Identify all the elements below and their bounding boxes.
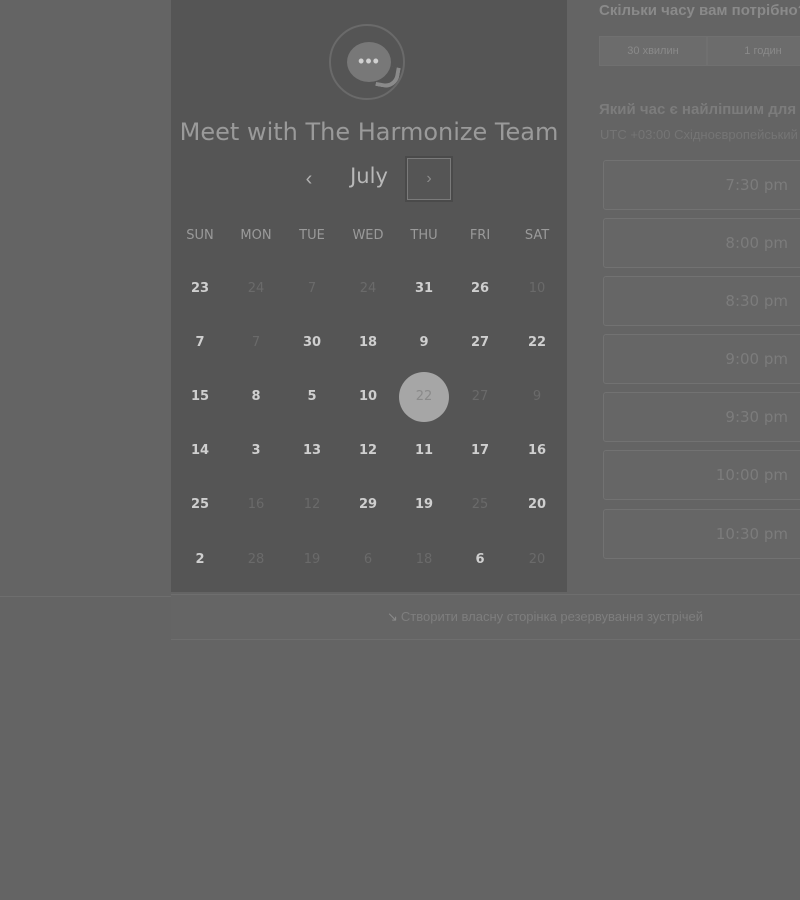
- footer: ↘ Створити власну сторінка резервування з…: [171, 594, 800, 640]
- calendar-day: 20: [528, 552, 546, 567]
- calendar-day[interactable]: 17: [455, 426, 505, 476]
- calendar-day[interactable]: 27: [455, 318, 505, 368]
- weekday-mon: MON: [240, 228, 272, 243]
- weekday-fri: FRI: [469, 228, 491, 243]
- chevron-left-icon[interactable]: ‹: [295, 166, 323, 194]
- calendar-day[interactable]: 26: [455, 264, 505, 314]
- calendar-day[interactable]: 12: [343, 426, 393, 476]
- calendar-day: 27: [471, 389, 489, 404]
- time-slot[interactable]: 9:30 pm: [603, 392, 800, 442]
- time-slot-label: 7:30 pm: [725, 176, 788, 194]
- duration-30-min-button[interactable]: 30 хвилин: [599, 36, 707, 66]
- time-slot-label: 8:00 pm: [725, 234, 788, 252]
- calendar-day[interactable]: 7: [175, 318, 225, 368]
- weekday-thu: THU: [410, 228, 438, 243]
- page-title: Meet with The Harmonize Team: [179, 118, 559, 146]
- time-slot-label: 9:30 pm: [725, 408, 788, 426]
- calendar-day[interactable]: 25: [175, 480, 225, 530]
- create-booking-page-link[interactable]: ↘ Створити власну сторінка резервування з…: [387, 609, 703, 625]
- time-slot[interactable]: 9:00 pm: [603, 334, 800, 384]
- duration-options: 30 хвилин 1 годин: [599, 36, 800, 66]
- calendar-day: 25: [471, 497, 489, 512]
- time-slot[interactable]: 8:30 pm: [603, 276, 800, 326]
- calendar-day[interactable]: 23: [175, 264, 225, 314]
- create-booking-page-label: Створити власну сторінка резервування зу…: [400, 609, 703, 624]
- calendar-day: 6: [363, 552, 373, 567]
- duration-question: Скільки часу вам потрібно?: [599, 2, 800, 19]
- time-slot[interactable]: 10:00 pm: [603, 450, 800, 500]
- calendar-day[interactable]: 15: [175, 372, 225, 422]
- calendar-day[interactable]: 2: [175, 535, 225, 585]
- calendar-day[interactable]: 14: [175, 426, 225, 476]
- time-slot[interactable]: 8:00 pm: [603, 218, 800, 268]
- weekday-sat: SAT: [524, 228, 550, 243]
- calendar-day: 24: [359, 281, 377, 296]
- time-slot-label: 10:00 pm: [715, 466, 788, 484]
- calendar-day: 19: [303, 552, 321, 567]
- time-slot-label: 8:30 pm: [725, 292, 788, 310]
- calendar-day: 12: [303, 497, 321, 512]
- time-slot-label: 10:30 pm: [715, 525, 788, 543]
- time-question: Який час є найліпшим для вас?: [599, 101, 800, 118]
- calendar-day[interactable]: 13: [287, 426, 337, 476]
- month-label: July: [350, 164, 388, 188]
- time-slot[interactable]: 10:30 pm: [603, 509, 800, 559]
- time-slot[interactable]: 7:30 pm: [603, 160, 800, 210]
- calendar-day: 24: [247, 281, 265, 296]
- calendar-day: 10: [528, 281, 546, 296]
- calendar-day[interactable]: 31: [399, 264, 449, 314]
- calendar-day: 16: [247, 497, 265, 512]
- calendar-day[interactable]: 29: [343, 480, 393, 530]
- time-slot-label: 9:00 pm: [725, 350, 788, 368]
- weekday-sun: SUN: [186, 228, 214, 243]
- calendar-day[interactable]: 30: [287, 318, 337, 368]
- calendar-day[interactable]: 8: [231, 372, 281, 422]
- month-navigation: ‹ July ›: [171, 158, 567, 202]
- calendar-day[interactable]: 18: [343, 318, 393, 368]
- arrow-icon: ↘: [387, 609, 398, 624]
- calendar-day[interactable]: 3: [231, 426, 281, 476]
- calendar-day[interactable]: 6: [455, 535, 505, 585]
- chevron-right-icon[interactable]: ›: [407, 158, 451, 200]
- calendar-day: 7: [251, 335, 261, 350]
- calendar-day[interactable]: 20: [512, 480, 562, 530]
- weekday-tue: TUE: [299, 228, 325, 243]
- calendar-day: 18: [415, 552, 433, 567]
- calendar-day[interactable]: 16: [512, 426, 562, 476]
- calendar-day: 7: [307, 281, 317, 296]
- selected-day[interactable]: 22: [399, 372, 449, 422]
- calendar-day[interactable]: 5: [287, 372, 337, 422]
- calendar-day[interactable]: 11: [399, 426, 449, 476]
- calendar-card: ••• Meet with The Harmonize Team ‹ July …: [171, 0, 567, 592]
- calendar-day[interactable]: 10: [343, 372, 393, 422]
- chat-bubble-icon: •••: [329, 24, 405, 100]
- calendar-day: 28: [247, 552, 265, 567]
- weekday-wed: WED: [352, 228, 384, 243]
- calendar-day[interactable]: 19: [399, 480, 449, 530]
- calendar-day[interactable]: 9: [399, 318, 449, 368]
- calendar-day: 9: [532, 389, 542, 404]
- timezone-label[interactable]: UTC +03:00 Східноєвропейський час: [600, 127, 800, 142]
- calendar-day[interactable]: 22: [512, 318, 562, 368]
- duration-1-hour-button[interactable]: 1 годин: [707, 36, 800, 66]
